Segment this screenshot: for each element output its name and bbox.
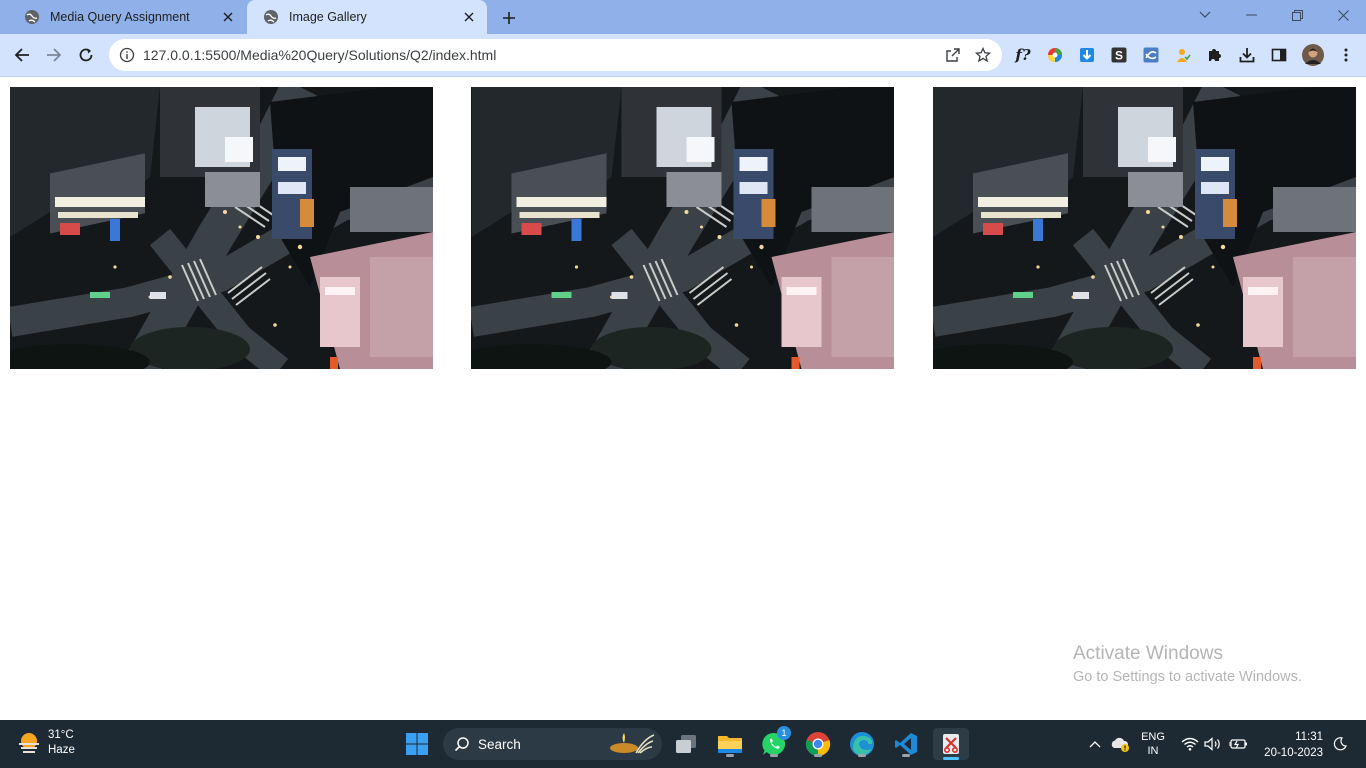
chevron-up-icon [1089, 741, 1101, 748]
globe-icon [263, 9, 279, 25]
city-aerial-image [10, 87, 433, 369]
cloud-warning-icon [1111, 737, 1129, 752]
restore-button[interactable] [1275, 0, 1319, 30]
edge-button[interactable] [846, 728, 878, 760]
minimize-button[interactable] [1229, 0, 1273, 30]
back-button[interactable] [9, 42, 35, 68]
search-icon [454, 737, 469, 752]
region-code: IN [1147, 745, 1159, 757]
wifi-icon [1181, 737, 1199, 751]
address-bar[interactable]: 127.0.0.1:5500/Media%20Query/Solutions/Q… [109, 39, 1002, 71]
gallery-image [471, 87, 894, 369]
search-label: Search [478, 736, 521, 752]
taskbar-search-box[interactable]: Search [443, 728, 662, 760]
s-extension-icon[interactable]: S [1109, 45, 1129, 65]
system-clock[interactable]: 11:31 20-10-2023 [1257, 729, 1323, 761]
person-extension-icon[interactable] [1173, 45, 1193, 65]
diya-highlight-icon [610, 733, 655, 754]
clock-time: 11:31 [1295, 731, 1323, 743]
bookmark-star-icon[interactable] [968, 40, 998, 70]
info-icon[interactable] [119, 47, 135, 63]
start-button[interactable] [401, 728, 433, 760]
watermark-title: Activate Windows [1073, 643, 1223, 664]
activate-windows-watermark: Activate Windows Go to Settings to activ… [1073, 643, 1302, 685]
vscode-button[interactable] [890, 728, 922, 760]
city-aerial-image [471, 87, 894, 369]
input-language-indicator[interactable]: ENG IN [1136, 720, 1170, 768]
plus-icon [503, 12, 515, 24]
browser-toolbar: 127.0.0.1:5500/Media%20Query/Solutions/Q… [0, 34, 1366, 77]
onedrive-status[interactable] [1108, 720, 1132, 768]
url-text[interactable]: 127.0.0.1:5500/Media%20Query/Solutions/Q… [143, 47, 938, 63]
speaker-icon [1204, 737, 1220, 751]
chrome-button[interactable] [802, 728, 834, 760]
extensions-puzzle-icon[interactable] [1205, 45, 1225, 65]
weather-temperature: 31°C [48, 729, 74, 741]
windows-taskbar: 31°C Haze Search 1 ENG IN 11:31 20-10-20… [0, 720, 1366, 768]
color-picker-extension-icon[interactable] [1045, 45, 1065, 65]
reload-button[interactable] [73, 42, 99, 68]
weather-widget[interactable]: 31°C Haze [16, 728, 75, 758]
downloads-icon[interactable] [1237, 45, 1257, 65]
chevron-down-icon [1199, 11, 1211, 18]
volume-control[interactable] [1203, 720, 1223, 768]
whatsapp-button[interactable]: 1 [758, 726, 791, 760]
close-window-button[interactable] [1321, 0, 1365, 30]
show-hidden-icons-button[interactable] [1085, 720, 1105, 768]
battery-status[interactable] [1227, 720, 1249, 768]
moon-icon [1333, 737, 1347, 751]
arrow-left-icon [14, 48, 29, 62]
focus-assist-button[interactable] [1330, 720, 1350, 768]
wifi-status[interactable] [1180, 720, 1200, 768]
profile-avatar[interactable] [1301, 43, 1325, 67]
vscode-icon [895, 733, 917, 755]
globe-icon [24, 9, 40, 25]
haze-sun-icon [19, 733, 39, 753]
new-tab-button[interactable] [498, 7, 520, 29]
gallery-image [10, 87, 433, 369]
task-view-icon [676, 735, 696, 753]
windows-logo-icon [406, 733, 428, 755]
forward-button[interactable] [41, 42, 67, 68]
tab-search-button[interactable] [1183, 0, 1227, 30]
arrow-right-icon [47, 48, 62, 62]
file-explorer-button[interactable] [714, 728, 746, 760]
side-panel-icon[interactable] [1269, 45, 1289, 65]
running-indicator [858, 754, 866, 757]
running-indicator [902, 754, 910, 757]
svg-text:S: S [1115, 49, 1123, 63]
share-icon[interactable] [938, 40, 968, 70]
running-indicator [814, 754, 822, 757]
font-finder-extension-icon[interactable]: f? [1013, 45, 1033, 65]
watermark-subtitle: Go to Settings to activate Windows. [1073, 669, 1302, 685]
gallery-image [933, 87, 1356, 369]
tab-image-gallery[interactable]: Image Gallery [247, 0, 487, 34]
clock-date: 20-10-2023 [1264, 747, 1323, 759]
city-aerial-image [933, 87, 1356, 369]
active-indicator [943, 757, 959, 760]
close-tab-icon[interactable] [220, 9, 236, 25]
running-indicator [770, 754, 778, 757]
battery-charging-icon [1229, 739, 1247, 749]
snipping-tool-button[interactable] [933, 728, 969, 760]
language-code: ENG [1141, 731, 1165, 743]
tab-media-query-assignment[interactable]: Media Query Assignment [8, 0, 246, 34]
file-explorer-icon [718, 736, 742, 753]
download-extension-icon[interactable] [1077, 45, 1097, 65]
running-indicator [726, 754, 734, 757]
more-menu-icon[interactable] [1336, 45, 1356, 65]
browser-tab-strip: Media Query Assignment Image Gallery [0, 0, 1366, 34]
restore-icon [1291, 9, 1303, 21]
close-icon [1337, 9, 1349, 21]
minimize-icon [1245, 14, 1257, 16]
close-tab-icon[interactable] [461, 9, 477, 25]
task-view-button[interactable] [670, 728, 702, 760]
weather-description: Haze [48, 744, 75, 756]
tab-title: Image Gallery [289, 10, 367, 24]
screenshot-extension-icon[interactable] [1141, 45, 1161, 65]
reload-icon [79, 48, 93, 62]
notification-badge: 1 [777, 726, 791, 740]
snipping-tool-icon [943, 734, 959, 754]
tab-title: Media Query Assignment [50, 10, 190, 24]
